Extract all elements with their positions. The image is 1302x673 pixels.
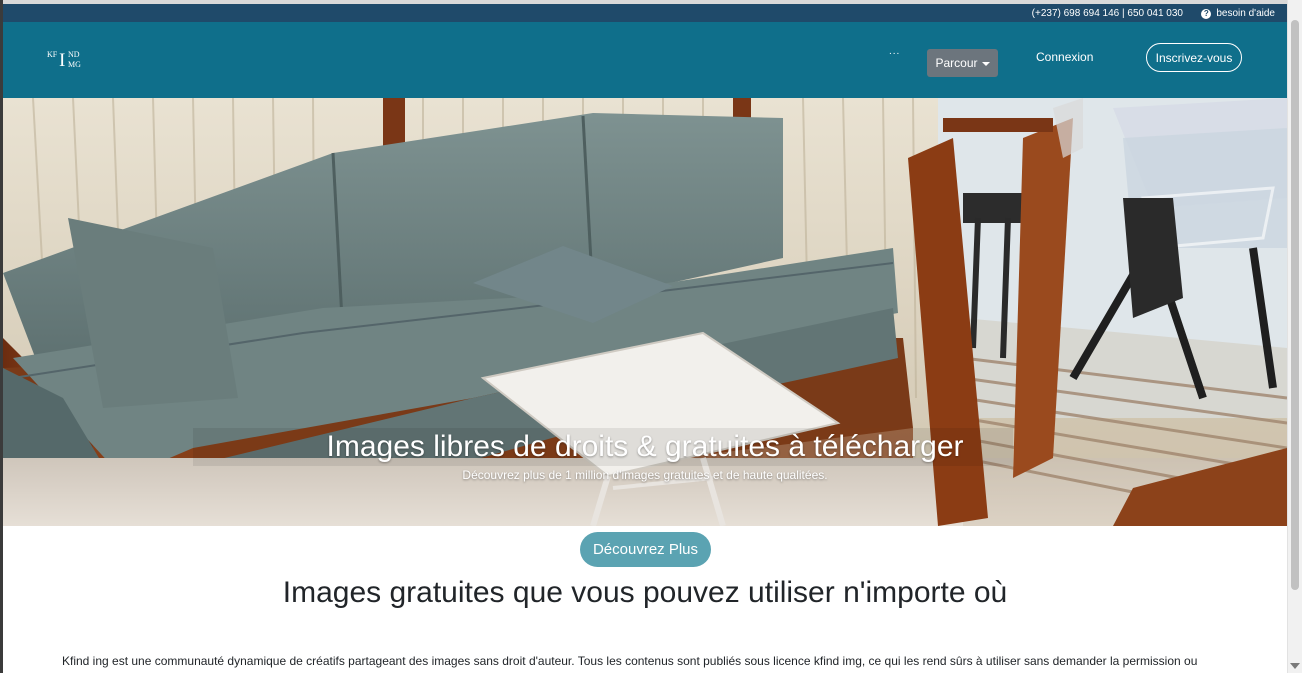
- hero-title: Images libres de droits & gratuites à té…: [326, 430, 964, 463]
- discover-more-button[interactable]: Découvrez Plus: [580, 532, 711, 567]
- nav-more-dots[interactable]: ...: [889, 46, 900, 57]
- logo-nd: ND: [68, 50, 80, 59]
- hero-subtitle: Découvrez plus de 1 million d'images gra…: [462, 468, 828, 482]
- logo-kf: KF: [47, 50, 58, 59]
- help-link[interactable]: ? besoin d'aide: [1201, 8, 1275, 19]
- scrollbar-thumb[interactable]: [1291, 20, 1299, 590]
- parcour-dropdown-button[interactable]: Parcour: [927, 49, 998, 77]
- vertical-scrollbar[interactable]: [1287, 0, 1302, 673]
- parcour-label: Parcour: [935, 56, 978, 70]
- signup-button[interactable]: Inscrivez-vous: [1146, 43, 1242, 72]
- question-circle-icon: ?: [1201, 8, 1212, 19]
- phone-numbers: (+237) 698 694 146 | 650 041 030: [1031, 8, 1183, 19]
- scroll-down-arrow-icon[interactable]: [1290, 663, 1300, 669]
- section-title: Images gratuites que vous pouvez utilise…: [282, 576, 1008, 609]
- top-info-bar: (+237) 698 694 146 | 650 041 030 ? besoi…: [3, 4, 1287, 22]
- login-link[interactable]: Connexion: [1036, 50, 1093, 64]
- hero-banner: Images libres de droits & gratuites à té…: [3, 98, 1287, 526]
- caret-down-icon: [981, 61, 990, 66]
- logo-i: I: [59, 50, 66, 71]
- site-logo[interactable]: KF I ND MG: [47, 50, 87, 72]
- main-navbar: KF I ND MG ... Parcour Connexion Inscriv…: [3, 22, 1287, 98]
- logo-mg: MG: [68, 60, 81, 69]
- section-paragraph: Kfind ing est une communauté dynamique d…: [62, 654, 1198, 668]
- help-label: besoin d'aide: [1216, 8, 1275, 19]
